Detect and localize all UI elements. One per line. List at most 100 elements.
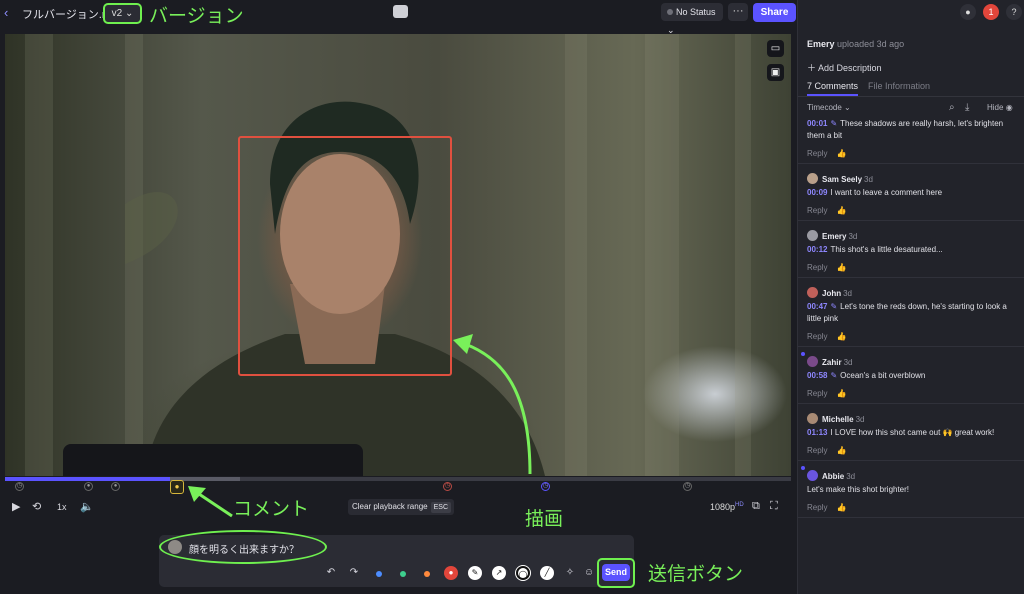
color-red-selected-icon[interactable]: ● xyxy=(444,566,458,580)
emoji-icon[interactable]: ☺ xyxy=(582,566,596,580)
comment-item[interactable]: John 3d 00:47 ✎ Let's tone the reds down, he… xyxy=(798,278,1024,347)
esc-key-badge: ESC xyxy=(430,502,452,513)
avatar xyxy=(807,470,818,481)
like-icon[interactable]: 👍 xyxy=(836,332,846,341)
range-marker-icon[interactable]: ● xyxy=(170,480,184,494)
notifications-badge[interactable]: 1 xyxy=(983,4,999,20)
brush-icon[interactable]: ✎ xyxy=(468,566,482,580)
comment-item[interactable]: Zahir 3d 00:58 ✎ Ocean's a bit overblown Repl… xyxy=(798,347,1024,404)
user-icon[interactable]: ● xyxy=(960,4,976,20)
annotation-comment: コメント xyxy=(233,498,310,520)
like-icon[interactable]: 👍 xyxy=(836,446,846,455)
status-dropdown[interactable]: No Status ⌄ xyxy=(661,3,723,35)
add-description-button[interactable]: ＋ Add Description xyxy=(807,61,882,74)
timeline-comment-marker[interactable]: ◷ xyxy=(683,482,692,491)
ellipse-tool-icon[interactable]: ◯ xyxy=(516,566,530,580)
reply-button[interactable]: Reply xyxy=(807,332,827,341)
like-icon[interactable]: 👍 xyxy=(836,263,846,272)
reel-icon[interactable] xyxy=(393,5,408,18)
send-button[interactable]: Send xyxy=(602,564,630,581)
comment-header: Zahir 3d xyxy=(807,355,1018,370)
uploader-name: Emery xyxy=(807,39,835,49)
help-icon[interactable]: ? xyxy=(1006,4,1022,20)
color-orange-icon[interactable] xyxy=(424,571,430,577)
undo-icon[interactable]: ↶ xyxy=(324,566,338,580)
comment-body: 00:47 ✎ Let's tone the reds down, he's sta… xyxy=(807,301,1018,325)
version-dropdown[interactable]: v2 ⌄ xyxy=(103,3,142,24)
loop-icon[interactable]: ⟲ xyxy=(32,500,41,513)
comment-input[interactable]: 顔を明るく出来ますか？ xyxy=(189,541,299,556)
comment-timecode[interactable]: 00:58 xyxy=(807,371,827,380)
reply-button[interactable]: Reply xyxy=(807,503,827,512)
comment-item[interactable]: 00:01 ✎ These shadows are really harsh, le… xyxy=(798,116,1024,164)
reply-button[interactable]: Reply xyxy=(807,446,827,455)
face-drawing-annotation[interactable] xyxy=(238,136,452,376)
timeline-comment-marker[interactable]: ● xyxy=(84,482,93,491)
play-icon[interactable]: ▶ xyxy=(12,500,20,513)
hide-button[interactable]: Hide ◉ xyxy=(987,103,1013,112)
clear-range-button[interactable]: Clear playback range ESC xyxy=(348,499,455,515)
check-circle-icon: ◉ xyxy=(1005,103,1013,112)
comment-item[interactable]: Sam Seely 3d 00:09 I want to leave a commen… xyxy=(798,164,1024,221)
resolution-button[interactable]: 1080pHD xyxy=(710,502,744,512)
pip-icon[interactable]: ⧉ xyxy=(752,500,760,513)
avatar xyxy=(807,287,818,298)
timeline-comment-marker[interactable]: ● xyxy=(111,482,120,491)
brush-sparkle-icon[interactable]: ✧ xyxy=(563,566,577,580)
like-icon[interactable]: 👍 xyxy=(836,389,846,398)
plus-icon: ＋ xyxy=(807,63,817,73)
tab-file-information[interactable]: File Information xyxy=(868,81,930,91)
like-icon[interactable]: 👍 xyxy=(836,503,846,512)
comment-timecode[interactable]: 00:09 xyxy=(807,188,827,197)
timeline-comment-marker[interactable]: ◷ xyxy=(541,482,550,491)
clear-range-label: Clear playback range xyxy=(352,502,428,511)
download-icon[interactable]: ⤓ xyxy=(965,102,969,113)
redo-icon[interactable]: ↷ xyxy=(347,566,361,580)
comment-author: Zahir xyxy=(822,358,842,367)
drawing-annotation-icon: ✎ xyxy=(830,302,838,311)
comment-age: 3d xyxy=(855,415,865,424)
image-icon[interactable]: ▣ xyxy=(767,64,784,81)
comment-text: I LOVE how this shot came out 🙌 great wo… xyxy=(830,428,995,437)
like-icon[interactable]: 👍 xyxy=(836,149,846,158)
fullscreen-icon[interactable]: ⛶ xyxy=(770,500,778,513)
avatar xyxy=(807,413,818,424)
volume-icon[interactable]: 🔈 xyxy=(80,500,94,513)
video-viewport[interactable]: ▭ ▣ xyxy=(5,34,791,476)
share-button[interactable]: Share xyxy=(753,3,796,22)
reply-button[interactable]: Reply xyxy=(807,149,827,158)
comment-author: Sam Seely xyxy=(822,175,863,184)
comment-item[interactable]: Michelle 3d 01:13 I LOVE how this shot came… xyxy=(798,404,1024,461)
comment-timecode[interactable]: 00:47 xyxy=(807,302,827,311)
color-green-icon[interactable] xyxy=(400,571,406,577)
line-tool-icon[interactable]: ╱ xyxy=(540,566,554,580)
comment-header: Sam Seely 3d xyxy=(807,172,1018,187)
speed-button[interactable]: 1x xyxy=(57,502,67,512)
back-icon[interactable]: ‹ xyxy=(4,5,8,20)
reply-button[interactable]: Reply xyxy=(807,389,827,398)
comment-item[interactable]: Abbie 3d Let's make this shot brighter! Rep… xyxy=(798,461,1024,518)
comment-body: 00:01 ✎ These shadows are really harsh, le… xyxy=(807,118,1018,142)
arrow-tool-icon[interactable]: ↗ xyxy=(492,566,506,580)
comment-age: 3d xyxy=(864,175,873,184)
comment-item[interactable]: Emery 3d 00:12 This shot's a little desatur… xyxy=(798,221,1024,278)
timeline-comment-marker[interactable]: ◷ xyxy=(443,482,452,491)
search-icon[interactable]: ⌕ xyxy=(949,102,955,113)
reply-button[interactable]: Reply xyxy=(807,206,827,215)
reply-button[interactable]: Reply xyxy=(807,263,827,272)
like-icon[interactable]: 👍 xyxy=(836,206,846,215)
comment-timecode[interactable]: 00:01 xyxy=(807,119,827,128)
comment-footer: Reply 👍 xyxy=(807,263,1018,272)
color-blue-icon[interactable] xyxy=(376,571,382,577)
comment-bubble-icon[interactable]: ▭ xyxy=(767,40,784,57)
timeline-comment-marker[interactable]: ◷ xyxy=(15,482,24,491)
unread-dot-icon xyxy=(801,352,805,356)
comment-timecode[interactable]: 01:13 xyxy=(807,428,827,437)
avatar xyxy=(807,230,818,241)
more-options-button[interactable]: ··· xyxy=(728,3,748,21)
annotation-draw: 描画 xyxy=(525,508,564,530)
comment-footer: Reply 👍 xyxy=(807,149,1018,158)
comment-timecode[interactable]: 00:12 xyxy=(807,245,827,254)
tab-comments[interactable]: 7 Comments xyxy=(807,81,859,96)
timecode-sort-dropdown[interactable]: Timecode ⌄ xyxy=(807,103,851,112)
